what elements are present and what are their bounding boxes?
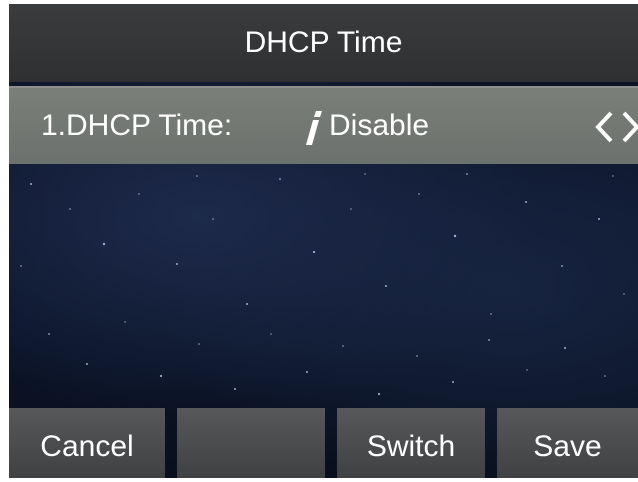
cancel-button[interactable]: Cancel	[9, 408, 165, 478]
arrow-left-icon[interactable]	[593, 110, 615, 144]
softkey-bar: Cancel Switch Save	[9, 408, 638, 478]
setting-label: 1.DHCP Time:	[41, 109, 233, 142]
i-cursor-icon	[306, 111, 322, 145]
setting-row-dhcp-time[interactable]: 1.DHCP Time: Disable	[9, 86, 638, 164]
phone-screen: DHCP Time 1.DHCP Time: Disable Cancel Sw…	[9, 4, 638, 478]
save-button[interactable]: Save	[497, 408, 638, 478]
arrow-right-icon[interactable]	[621, 110, 638, 144]
switch-button[interactable]: Switch	[337, 408, 485, 478]
page-title: DHCP Time	[244, 26, 403, 59]
setting-value: Disable	[329, 109, 430, 142]
title-bar: DHCP Time	[9, 4, 638, 82]
empty-softkey[interactable]	[177, 408, 325, 478]
